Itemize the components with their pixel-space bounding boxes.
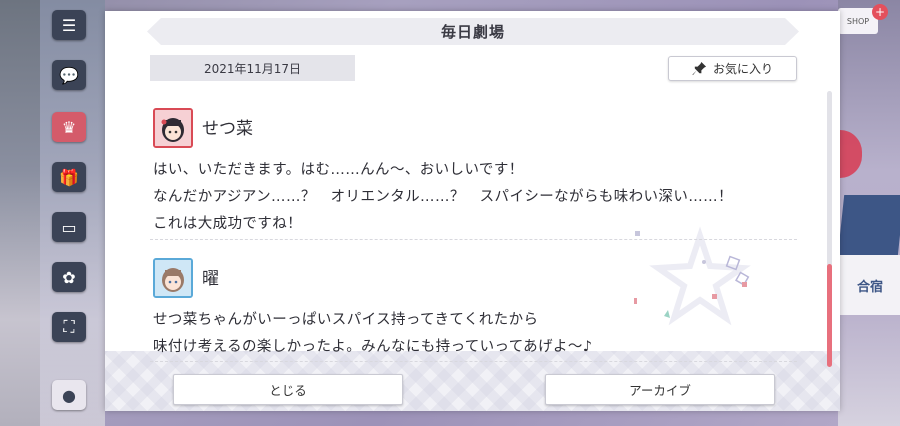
avatar-you: [153, 258, 193, 298]
monitor-icon[interactable]: ▭: [52, 212, 86, 242]
dialogue-line: せつ菜ちゃんがいーっぱいスパイス持ってきてくれたから: [153, 312, 539, 328]
menu-icon[interactable]: ☰: [52, 10, 86, 40]
entry-divider: [150, 361, 797, 362]
idol-icon[interactable]: ♛: [52, 112, 86, 142]
date-label: 2021年11月17日: [150, 55, 355, 81]
character-portrait-icon: [155, 110, 191, 146]
chat-icon[interactable]: 💬: [52, 60, 86, 90]
favorite-button[interactable]: お気に入り: [668, 56, 797, 81]
dialog-title: 毎日劇場: [147, 18, 799, 45]
character-portrait-icon: [155, 260, 191, 296]
speaker-name: せつ菜: [202, 119, 253, 139]
speaker-name: 曜: [202, 269, 219, 289]
dialogue-entry-you: 曜 せつ菜ちゃんがいーっぱいスパイス持ってきてくれたから 味付け考えるの楽しかっ…: [150, 255, 797, 365]
pin-icon: [692, 61, 707, 76]
fullscreen-icon[interactable]: ⛶: [52, 312, 86, 342]
gift-icon[interactable]: 🎁: [52, 162, 86, 192]
daily-theater-dialog: 毎日劇場 2021年11月17日 お気に入り せつ菜 はい、いただきます。はむ……: [105, 11, 840, 411]
dialogue-line: 味付け考えるの楽しかったよ。みんなにも持っていってあげよ～♪: [153, 339, 593, 355]
person-icon[interactable]: ●: [52, 380, 86, 410]
entry-divider: [150, 239, 797, 240]
dialogue-entry-setsuna: せつ菜 はい、いただきます。はむ……んん～、おいしいです！ なんだかアジアン………: [150, 105, 797, 241]
plus-badge-icon: +: [872, 4, 888, 20]
dialogue-line: はい、いただきます。はむ……んん～、おいしいです！: [153, 162, 524, 178]
dialogue-line: なんだかアジアン……？ オリエンタル……？ スパイシーながらも味わい深い……！: [153, 189, 733, 205]
dialogue-line: これは大成功ですね！: [153, 216, 302, 232]
favorite-label: お気に入り: [712, 62, 773, 76]
camp-card[interactable]: 合宿: [840, 255, 900, 315]
archive-button[interactable]: アーカイブ: [545, 374, 775, 405]
event-icon[interactable]: ✿: [52, 262, 86, 292]
avatar-setsuna: [153, 108, 193, 148]
scrollbar-thumb[interactable]: [827, 264, 832, 367]
close-button[interactable]: とじる: [173, 374, 403, 405]
